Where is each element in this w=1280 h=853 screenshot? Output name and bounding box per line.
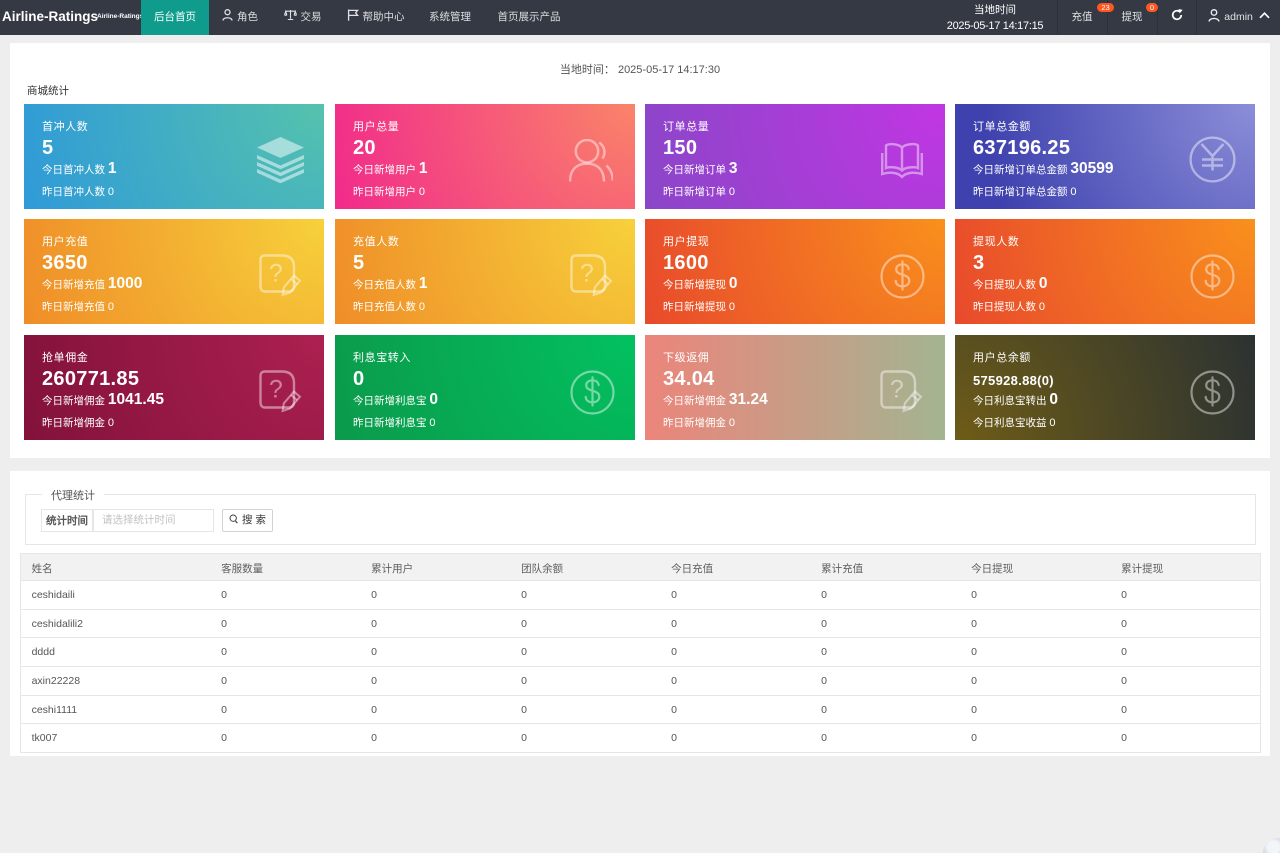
svg-text:?: ? (268, 375, 282, 403)
svg-text:?: ? (889, 375, 903, 403)
svg-text:?: ? (268, 259, 282, 287)
svg-text:?: ? (579, 259, 593, 287)
